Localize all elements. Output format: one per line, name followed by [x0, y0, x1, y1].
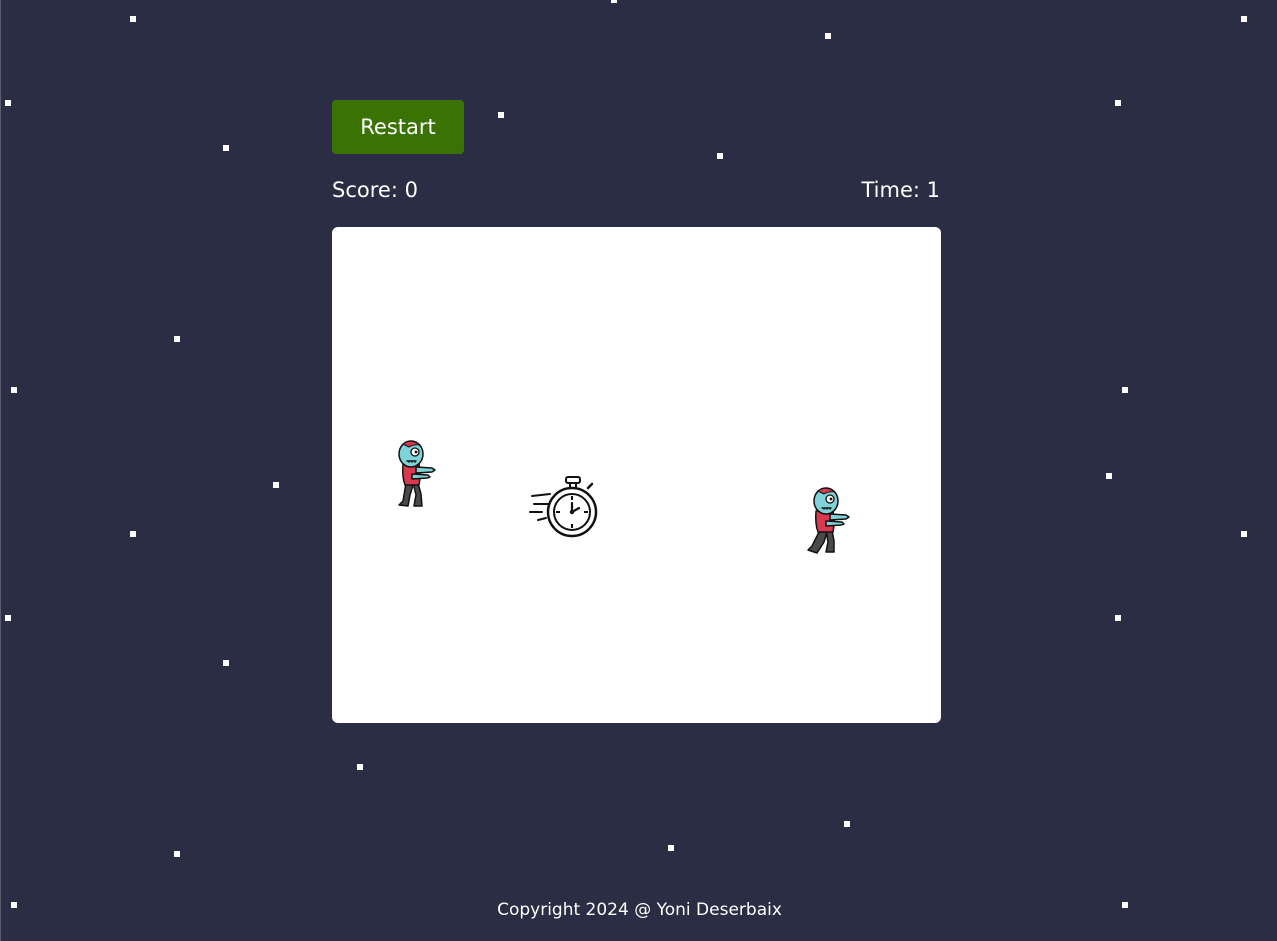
star — [717, 153, 723, 159]
star — [1122, 387, 1128, 393]
star — [130, 531, 136, 537]
zombie-icon — [398, 440, 436, 507]
star — [1241, 531, 1247, 537]
restart-button[interactable]: Restart — [332, 100, 464, 154]
star — [223, 145, 229, 151]
stopwatch-bonus[interactable] — [528, 474, 600, 548]
copyright-footer: Copyright 2024 @ Yoni Deserbaix — [497, 900, 782, 920]
star — [1106, 473, 1112, 479]
star — [611, 0, 617, 3]
star — [273, 482, 279, 488]
star — [1241, 16, 1247, 22]
star — [174, 336, 180, 342]
zombie-icon — [807, 487, 850, 554]
star — [5, 615, 11, 621]
stopwatch-icon — [529, 476, 598, 538]
star — [825, 33, 831, 39]
time-display: Time: 1 — [861, 178, 940, 202]
star — [174, 851, 180, 857]
zombie-target[interactable] — [394, 439, 440, 515]
zombie-target[interactable] — [804, 486, 854, 562]
star — [668, 845, 674, 851]
star — [11, 387, 17, 393]
star — [5, 100, 11, 106]
game-board[interactable] — [332, 227, 941, 723]
score-display: Score: 0 — [332, 178, 418, 202]
star — [498, 112, 504, 118]
star — [357, 764, 363, 770]
star — [223, 660, 229, 666]
star — [130, 16, 136, 22]
star — [1115, 615, 1121, 621]
star — [844, 821, 850, 827]
star — [1115, 100, 1121, 106]
